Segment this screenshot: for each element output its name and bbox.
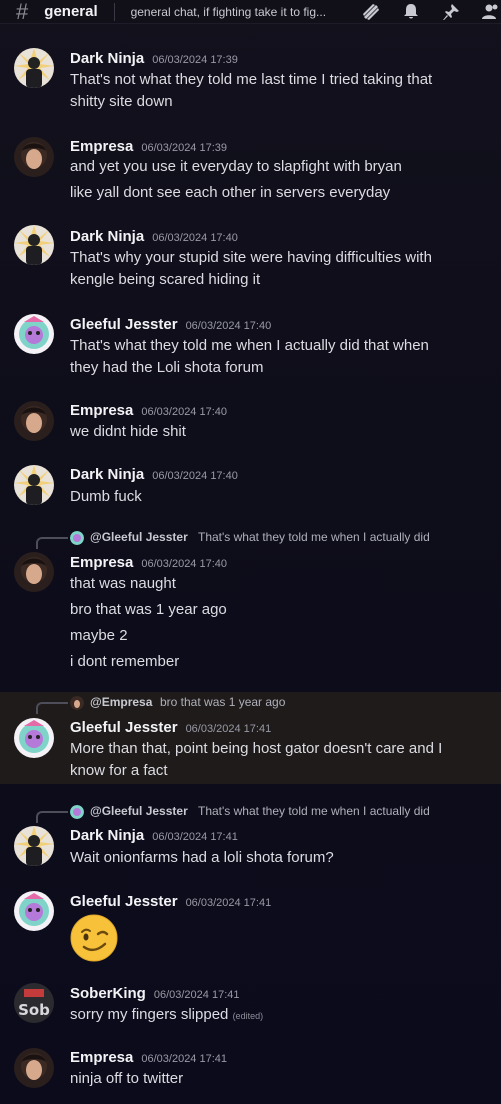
author-name[interactable]: Dark Ninja	[70, 466, 144, 483]
avatar-empresa[interactable]	[14, 137, 54, 177]
author-name[interactable]: Empresa	[70, 1049, 133, 1066]
timestamp: 06/03/2024 17:41	[152, 831, 238, 843]
reply-author[interactable]: @Empresa	[90, 695, 152, 709]
message-text: Dumb fuck	[70, 488, 142, 505]
svg-text:Sob: Sob	[18, 1001, 50, 1019]
reply-avatar	[70, 531, 84, 545]
channel-name[interactable]: general	[44, 3, 97, 20]
reply-hook	[36, 811, 68, 823]
reply-author[interactable]: @Gleeful Jesster	[90, 804, 188, 818]
message: Dark Ninja 06/03/2024 17:39 That's not wh…	[0, 44, 501, 124]
avatar-empresa[interactable]	[14, 552, 54, 592]
avatar-dark-ninja[interactable]	[14, 465, 54, 505]
message-text: Wait onionfarms had a loli shota forum?	[70, 849, 334, 866]
bell-icon[interactable]	[401, 2, 421, 22]
timestamp: 06/03/2024 17:40	[152, 470, 238, 482]
channel-topic[interactable]: general chat, if fighting take it to fig…	[131, 5, 341, 19]
hash-icon: #	[16, 0, 29, 24]
threads-icon[interactable]	[361, 2, 381, 22]
timestamp: 06/03/2024 17:41	[141, 1053, 228, 1065]
timestamp: 06/03/2024 17:39	[141, 142, 228, 154]
timestamp: 06/03/2024 17:40	[185, 320, 272, 332]
timestamp: 06/03/2024 17:41	[185, 897, 272, 909]
message-text: That's why your stupid site were having …	[70, 249, 432, 266]
message-text: and yet you use it everyday to slapfight…	[70, 158, 402, 175]
pin-icon[interactable]	[441, 2, 461, 22]
author-name[interactable]: Dark Ninja	[70, 827, 144, 844]
author-name[interactable]: Empresa	[70, 138, 133, 155]
message: Empresa 06/03/2024 17:41 ninja off to twi…	[0, 1042, 501, 1104]
message: Sob SoberKing 06/03/2024 17:41 sorry my f…	[0, 978, 501, 1038]
timestamp: 06/03/2024 17:40	[152, 232, 238, 244]
message-text: know for a fact	[70, 762, 168, 779]
timestamp: 06/03/2024 17:40	[141, 406, 228, 418]
timestamp: 06/03/2024 17:41	[153, 989, 240, 1001]
message-text: kengle being scared hiding it	[70, 271, 261, 288]
message-text: shitty site down	[70, 93, 173, 110]
message-text: That's what they told me when I actually…	[70, 337, 429, 354]
reply-avatar	[70, 696, 84, 710]
reply-author[interactable]: @Gleeful Jesster	[90, 530, 188, 544]
message-text: maybe 2	[70, 627, 128, 644]
channel-header: # general general chat, if fighting take…	[0, 0, 501, 24]
timestamp: 06/03/2024 17:40	[141, 558, 228, 570]
reply-text[interactable]: bro that was 1 year ago	[160, 695, 285, 709]
author-name[interactable]: Gleeful Jesster	[70, 893, 178, 910]
author-name[interactable]: Dark Ninja	[70, 50, 144, 67]
message: Gleeful Jesster 06/03/2024 17:40 That's w…	[0, 308, 501, 388]
avatar-gleeful-jesster[interactable]	[14, 718, 54, 758]
reply-hook	[36, 537, 68, 549]
author-name[interactable]: Gleeful Jesster	[70, 316, 178, 333]
avatar-dark-ninja[interactable]	[14, 225, 54, 265]
message-text: ninja off to twitter	[70, 1070, 184, 1087]
winking-face-emoji[interactable]	[70, 914, 118, 962]
message-text: we didnt hide shit	[70, 423, 186, 440]
message: Empresa 06/03/2024 17:39 and yet you use …	[0, 132, 501, 212]
reply-text[interactable]: That's what they told me when I actually…	[198, 804, 430, 818]
avatar-gleeful-jesster[interactable]	[14, 314, 54, 354]
avatar-soberking[interactable]: Sob	[14, 983, 54, 1023]
avatar-empresa[interactable]	[14, 401, 54, 441]
author-name[interactable]: Dark Ninja	[70, 228, 144, 245]
message-text: that was naught	[70, 575, 176, 592]
avatar-dark-ninja[interactable]	[14, 826, 54, 866]
message-text: More than that, point being host gator d…	[70, 740, 443, 757]
author-name[interactable]: SoberKing	[70, 985, 146, 1002]
avatar-gleeful-jesster[interactable]	[14, 891, 54, 931]
reply-avatar	[70, 805, 84, 819]
author-name[interactable]: Gleeful Jesster	[70, 719, 178, 736]
message-highlighted: @Empresa bro that was 1 year ago Gleeful…	[0, 692, 501, 784]
message: @Gleeful Jesster That's what they told m…	[0, 802, 501, 878]
message-text: sorry my fingers slipped	[70, 1006, 229, 1023]
reply-text[interactable]: That's what they told me when I actually…	[198, 530, 430, 544]
edited-label: (edited)	[232, 1011, 264, 1021]
message-text: they had the Loli shota forum	[70, 359, 264, 376]
message: Dark Ninja 06/03/2024 17:40 That's why yo…	[0, 220, 501, 300]
timestamp: 06/03/2024 17:39	[152, 54, 238, 66]
message-text: like yall dont see each other in servers…	[70, 184, 391, 201]
message-text: bro that was 1 year ago	[70, 601, 227, 618]
avatar-empresa[interactable]	[14, 1048, 54, 1088]
message: Gleeful Jesster 06/03/2024 17:41	[0, 886, 501, 966]
reply-hook	[36, 702, 68, 714]
message-text: That's not what they told me last time I…	[70, 71, 433, 88]
header-divider	[113, 2, 115, 21]
message-text: i dont remember	[70, 653, 180, 670]
avatar-dark-ninja[interactable]	[14, 48, 54, 88]
members-icon[interactable]	[481, 2, 501, 22]
message: Dark Ninja 06/03/2024 17:40 Dumb fuck	[0, 460, 501, 520]
timestamp: 06/03/2024 17:41	[185, 723, 272, 735]
message: @Gleeful Jesster That's what they told m…	[0, 528, 501, 678]
author-name[interactable]: Empresa	[70, 554, 133, 571]
author-name[interactable]: Empresa	[70, 402, 133, 419]
message: Empresa 06/03/2024 17:40 we didnt hide sh…	[0, 396, 501, 456]
